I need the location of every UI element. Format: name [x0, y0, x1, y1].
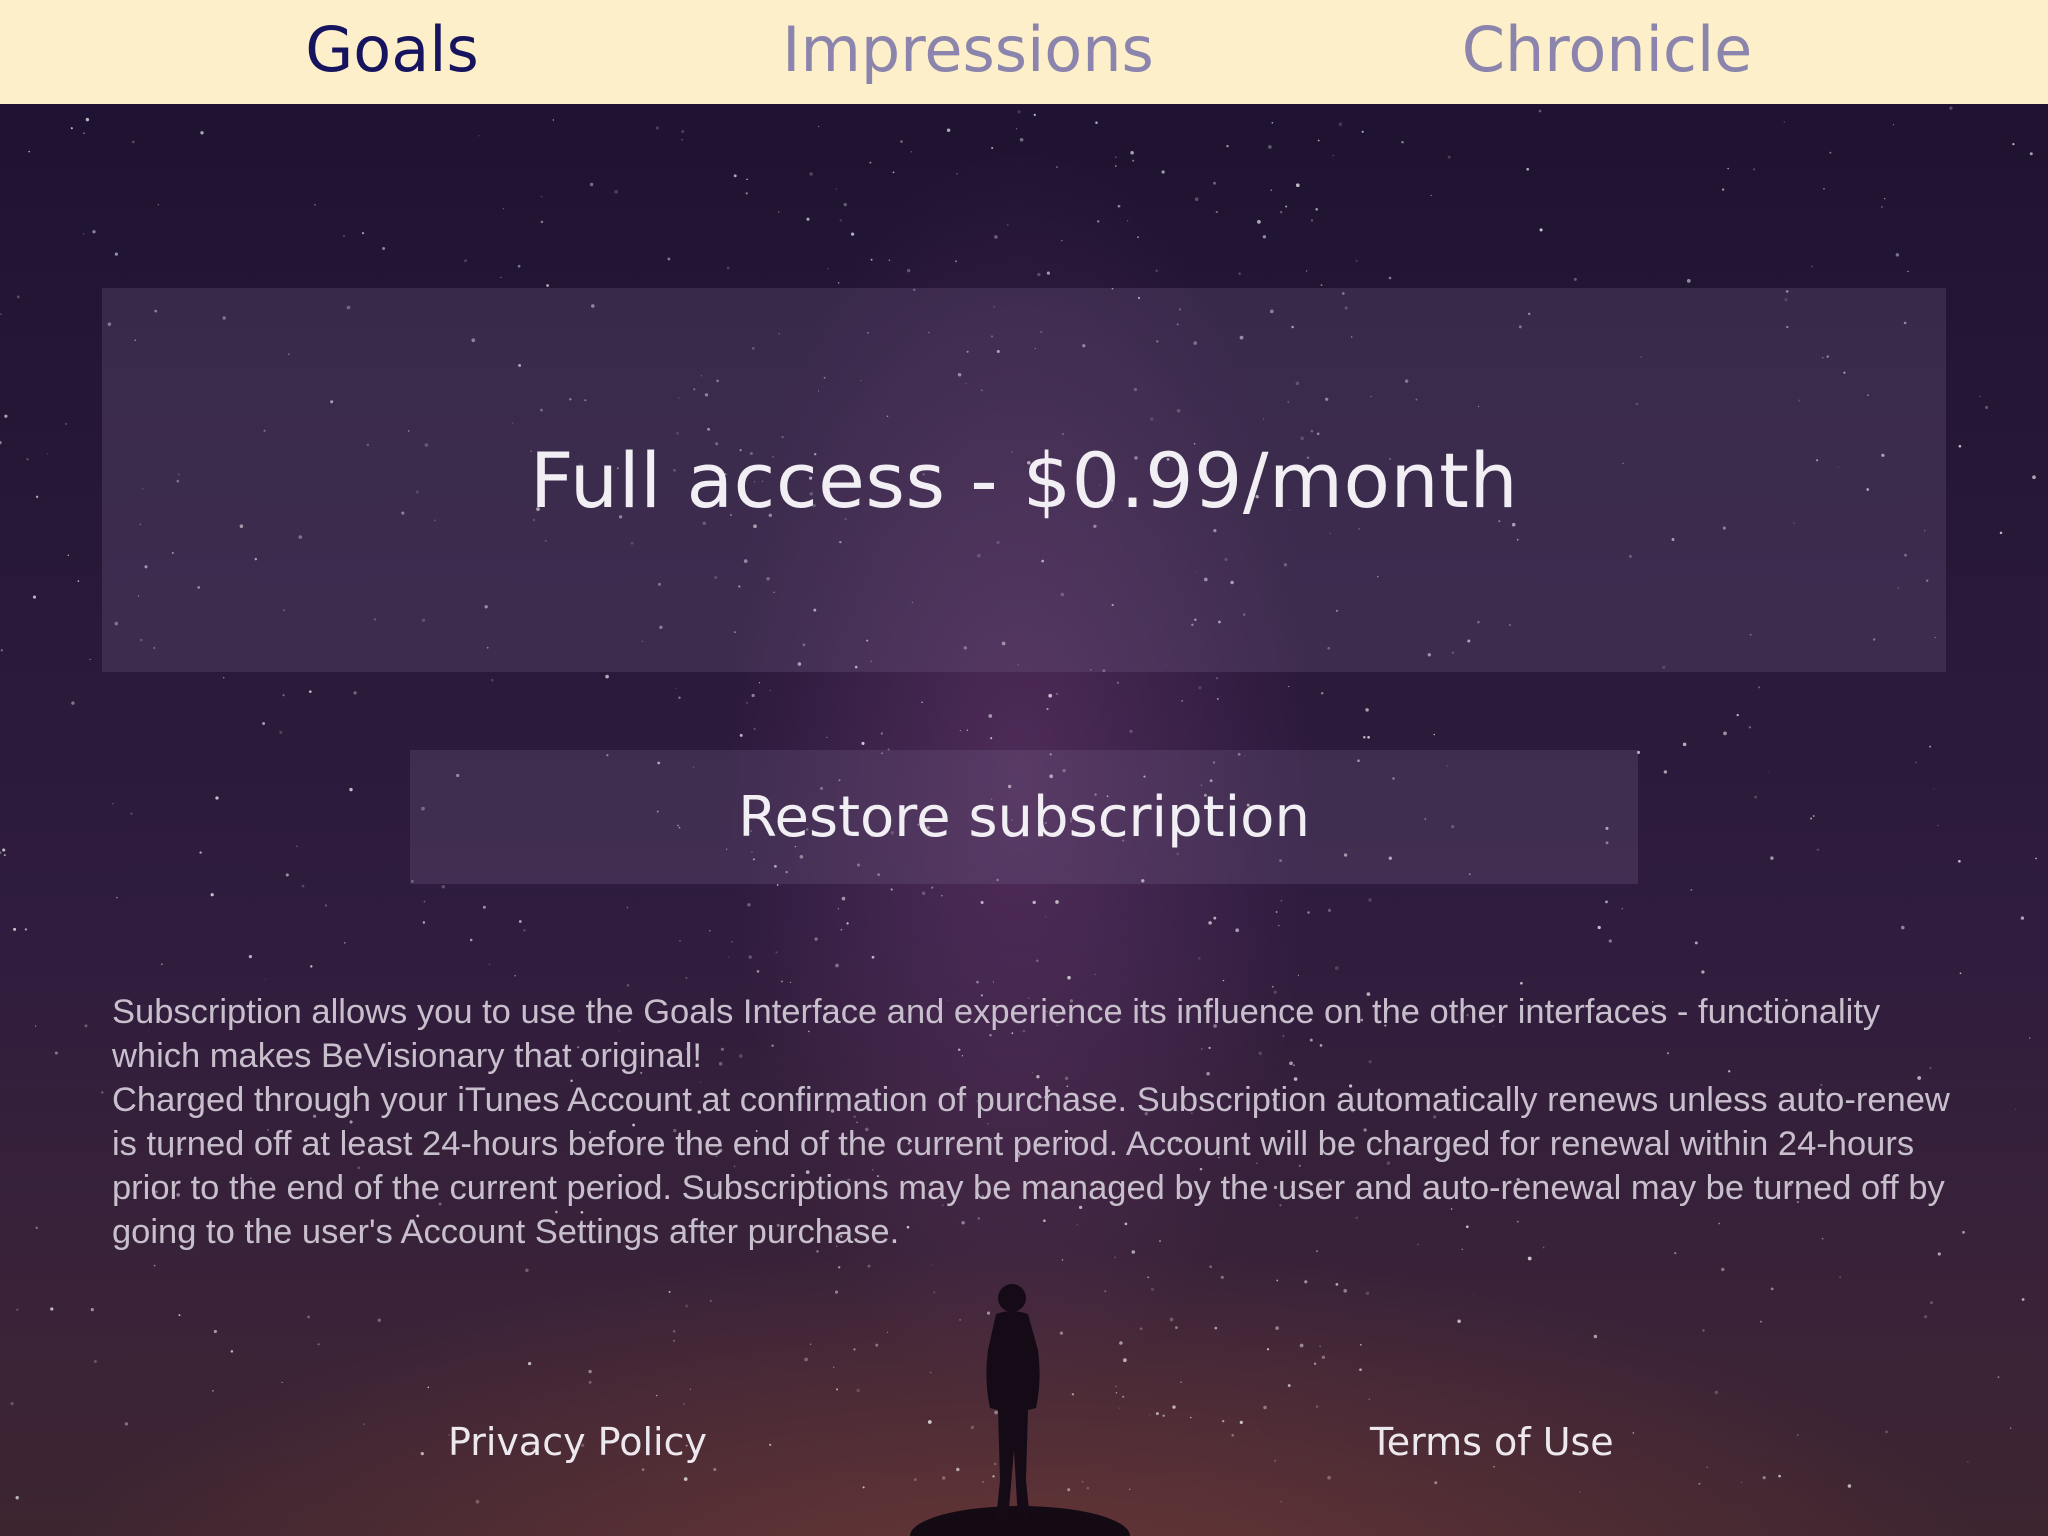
terms-of-use-link[interactable]: Terms of Use [1370, 1420, 1614, 1464]
restore-subscription-button[interactable]: Restore subscription [410, 750, 1638, 884]
tab-chronicle[interactable]: Chronicle [1462, 0, 1753, 104]
tab-impressions[interactable]: Impressions [782, 0, 1154, 104]
full-access-price-label: Full access - $0.99/month [529, 435, 1519, 525]
restore-subscription-label: Restore subscription [738, 784, 1310, 850]
subscription-disclaimer: Subscription allows you to use the Goals… [112, 990, 1952, 1254]
full-access-purchase-button[interactable]: Full access - $0.99/month [102, 288, 1946, 672]
person-silhouette-image [910, 1284, 1130, 1536]
privacy-policy-link[interactable]: Privacy Policy [448, 1420, 707, 1464]
disclaimer-paragraph-usage: Subscription allows you to use the Goals… [112, 993, 1881, 1075]
disclaimer-paragraph-billing: Charged through your iTunes Account at c… [112, 1081, 1950, 1251]
tab-goals[interactable]: Goals [305, 0, 479, 104]
tab-bar: Goals Impressions Chronicle [0, 0, 2048, 104]
